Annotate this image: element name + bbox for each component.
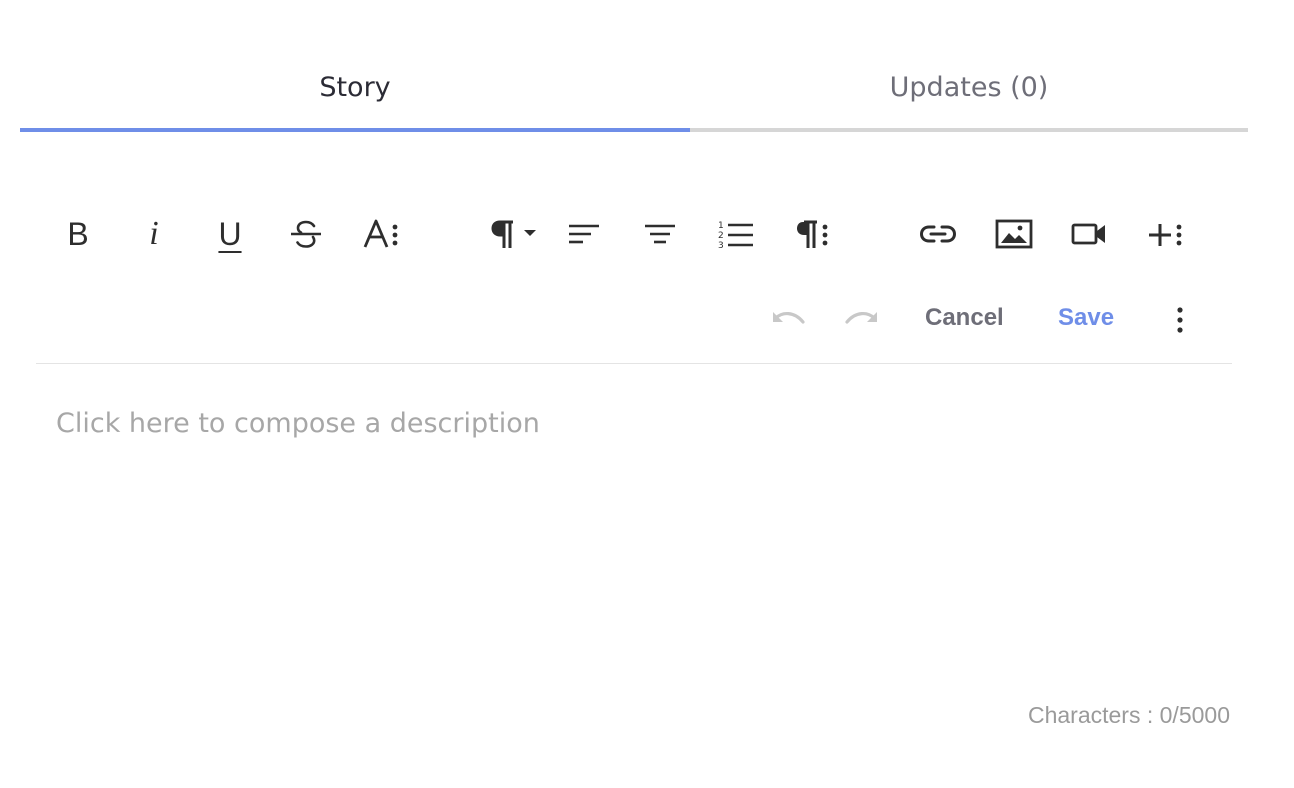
font-options-icon [363, 219, 398, 248]
svg-text:2: 2 [718, 231, 724, 241]
ordered-list-button[interactable]: 1 2 3 [706, 200, 766, 268]
insert-more-icon [1149, 224, 1182, 246]
underline-button[interactable]: U [200, 200, 260, 268]
insert-video-button[interactable] [1060, 200, 1120, 268]
tab-updates-label: Updates (0) [889, 71, 1049, 103]
undo-icon [773, 312, 805, 324]
image-icon [995, 219, 1033, 249]
undo-button[interactable] [758, 290, 818, 350]
redo-button[interactable] [832, 290, 892, 350]
svg-text:3: 3 [718, 241, 724, 251]
align-left-button[interactable] [554, 200, 614, 268]
paragraph-format-button[interactable] [484, 200, 548, 268]
bold-button[interactable]: B [48, 200, 108, 268]
editor-actions-bar: Cancel Save [36, 290, 1232, 350]
insert-image-button[interactable] [984, 200, 1044, 268]
bold-icon: B [67, 216, 89, 252]
paragraph-options-icon [797, 220, 828, 248]
svg-text:1: 1 [718, 221, 724, 231]
character-counter: Characters : 0/5000 [1027, 702, 1230, 728]
tab-updates[interactable]: Updates (0) [690, 56, 1248, 132]
underline-icon: U [218, 216, 242, 252]
tab-bar: Story Updates (0) [20, 56, 1248, 132]
font-options-button[interactable] [352, 200, 412, 268]
strikethrough-icon [291, 220, 321, 248]
insert-link-button[interactable] [908, 200, 968, 268]
strikethrough-button[interactable] [276, 200, 336, 268]
paragraph-options-button[interactable] [782, 200, 842, 268]
link-icon [919, 225, 957, 243]
editor-page: Story Updates (0) B i U 1 2 3 Cancel Sav… [0, 0, 1294, 788]
toolbar-divider [36, 363, 1232, 364]
align-left-icon [569, 224, 599, 244]
paragraph-format-icon [491, 220, 536, 248]
save-button[interactable]: Save [1058, 304, 1114, 332]
tab-story[interactable]: Story [20, 56, 690, 132]
description-editor[interactable]: Click here to compose a description [36, 380, 1232, 680]
editor-placeholder: Click here to compose a description [56, 408, 540, 439]
ordered-list-icon: 1 2 3 [718, 221, 753, 251]
align-center-button[interactable] [630, 200, 690, 268]
insert-more-button[interactable] [1136, 200, 1196, 268]
formatting-toolbar: B i U 1 2 3 [36, 200, 1232, 270]
redo-icon [845, 312, 877, 324]
more-vertical-icon [1177, 307, 1183, 333]
align-center-icon [645, 224, 675, 244]
italic-icon: i [149, 215, 159, 252]
tab-story-label: Story [319, 71, 391, 103]
cancel-button[interactable]: Cancel [925, 304, 1004, 332]
video-icon [1071, 223, 1105, 245]
italic-button[interactable]: i [124, 200, 184, 268]
more-options-button[interactable] [1150, 290, 1210, 350]
